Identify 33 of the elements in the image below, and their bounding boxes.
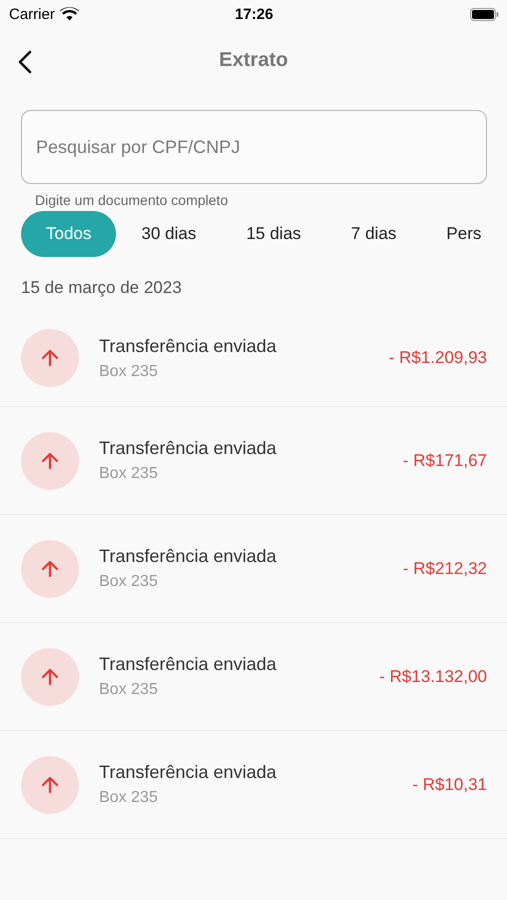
transaction-subtitle: Box 235	[99, 362, 159, 380]
filter-tab[interactable]: 7 dias	[326, 211, 422, 257]
search-field[interactable]: Pesquisar por CPF/CNPJ	[21, 110, 487, 184]
transaction-amount: - R$13.132,00	[379, 666, 487, 686]
clock-time: 17:26	[234, 6, 274, 22]
carrier-label: Carrier	[9, 6, 55, 22]
search-hint: Digite um documento completo	[35, 192, 229, 208]
transaction-title: Transferência enviada	[99, 438, 278, 459]
transaction-title: Transferência enviada	[99, 762, 278, 783]
up-arrow-icon	[40, 348, 60, 368]
transaction-title: Transferência enviada	[99, 654, 278, 675]
transaction-title: Transferência enviada	[99, 336, 278, 356]
battery-icon	[470, 8, 499, 20]
date-heading: 15 de março de 2023	[21, 278, 183, 298]
transaction-amount: - R$1.209,93	[388, 348, 487, 368]
up-arrow-icon	[40, 666, 60, 686]
up-arrow-icon	[40, 450, 60, 470]
filter-tab[interactable]: 30 dias	[116, 211, 222, 257]
transaction-amount: - R$171,67	[402, 450, 487, 470]
transaction-title: Transferência enviada	[99, 546, 278, 567]
filter-tab[interactable]: Pers	[421, 211, 482, 257]
up-arrow-icon	[40, 774, 60, 794]
back-icon	[18, 50, 32, 74]
filter-tab[interactable]: 15 dias	[221, 211, 326, 257]
up-arrow-icon	[40, 558, 60, 578]
page-title: Extrato	[219, 48, 288, 72]
transaction-subtitle: Box 235	[99, 573, 159, 591]
wifi-icon	[60, 7, 79, 21]
transaction-subtitle: Box 235	[99, 681, 159, 699]
transaction-amount: - R$10,31	[412, 774, 487, 794]
transaction-subtitle: Box 235	[99, 789, 159, 807]
transaction-amount: - R$212,32	[402, 558, 487, 578]
transaction-subtitle: Box 235	[99, 465, 159, 483]
